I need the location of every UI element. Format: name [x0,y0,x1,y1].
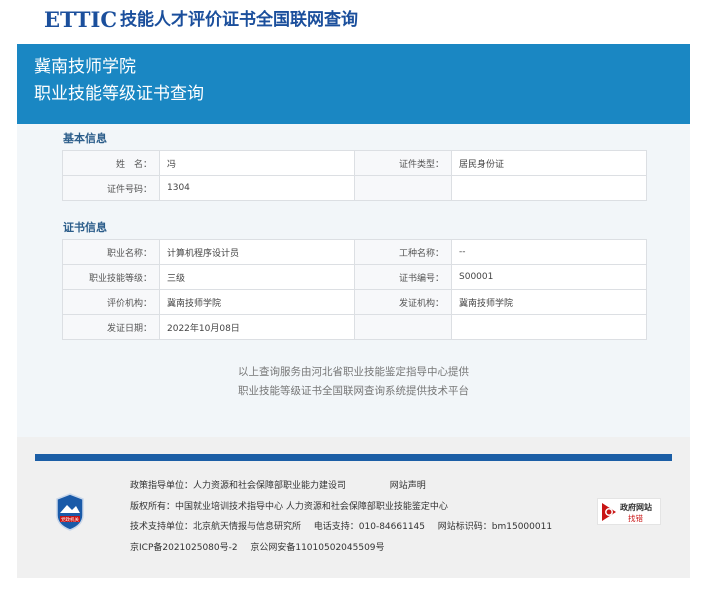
emblem-text: 党政机关 [61,516,79,523]
site-code-text: 网站标识码：bm15000011 [437,522,553,532]
evaluator-label: 评价机构： [62,289,160,315]
support-text: 技术支持单位：北京航天情报与信息研究所 [130,522,302,532]
site-title: 技能人才评价证书全国联网查询 [120,10,358,30]
magnifier-icon [602,503,616,521]
work-type-label: 工种名称： [354,239,452,265]
work-type-value: -- [451,239,647,265]
icp-link[interactable]: 京ICP备2021025080号-2 [130,543,238,553]
footer-divider [35,454,672,461]
footer-record-line: 京ICP备2021025080号-2 京公网安备11010502045509号 [130,538,552,559]
basic-info-table: 姓 名： 冯 证件类型： 居民身份证 证件号码： 1304 [62,150,647,201]
cert-no-value: S00001 [451,264,647,290]
government-emblem-icon[interactable]: 党政机关 [55,493,85,531]
issuer-label: 发证机构： [354,289,452,315]
gov-badge-title: 政府网站 [620,503,652,512]
phone-text: 电话支持：010-84661145 [313,522,426,532]
query-result-panel: 冀南技师学院 职业技能等级证书查询 基本信息 姓 名： 冯 证件类型： 居民身份… [17,44,690,437]
gov-badge-subtitle: 找错 [628,514,643,523]
basic-info-heading: 基本信息 [63,132,107,145]
id-type-label: 证件类型： [354,150,452,176]
site-footer: 党政机关 政策指导单位：人力资源和社会保障部职业能力建设司 网站声明 版权所有：… [17,437,690,578]
empty-cell [451,175,647,201]
table-row: 职业技能等级： 三级 证书编号： S00001 [62,264,647,290]
issuer-value: 冀南技师学院 [451,289,647,315]
table-row: 评价机构： 冀南技师学院 发证机构： 冀南技师学院 [62,289,647,315]
police-record-link[interactable]: 京公网安备11010502045509号 [250,543,384,553]
gov-site-error-report-badge[interactable]: 政府网站 找错 [597,498,661,525]
id-no-value: 1304 [159,175,355,201]
table-row: 证件号码： 1304 [62,175,647,201]
policy-text: 政策指导单位：人力资源和社会保障部职业能力建设司 [130,481,347,491]
logo-text: ETTIC [44,7,118,32]
service-notice-line1: 以上查询服务由河北省职业技能鉴定指导中心提供 [238,366,469,378]
service-notice-line2: 职业技能等级证书全国联网查询系统提供技术平台 [238,385,469,397]
empty-cell [354,175,452,201]
id-type-value: 居民身份证 [451,150,647,176]
empty-cell [354,314,452,340]
table-row: 姓 名： 冯 证件类型： 居民身份证 [62,150,647,176]
cert-info-heading: 证书信息 [63,221,107,234]
name-label: 姓 名： [62,150,160,176]
occupation-value: 计算机程序设计员 [159,239,355,265]
level-label: 职业技能等级： [62,264,160,290]
page-title: 职业技能等级证书查询 [34,84,204,104]
footer-support-line: 技术支持单位：北京航天情报与信息研究所 电话支持：010-84661145 网站… [130,517,552,538]
school-name: 冀南技师学院 [34,57,136,77]
copyright-text: 版权所有：中国就业培训技术指导中心 人力资源和社会保障部职业技能鉴定中心 [130,501,448,512]
table-row: 发证日期： 2022年10月08日 [62,314,647,340]
footer-info: 政策指导单位：人力资源和社会保障部职业能力建设司 网站声明 版权所有：中国就业培… [130,476,552,558]
evaluator-value: 冀南技师学院 [159,289,355,315]
table-row: 职业名称： 计算机程序设计员 工种名称： -- [62,239,647,265]
level-value: 三级 [159,264,355,290]
result-header: 冀南技师学院 职业技能等级证书查询 [17,44,690,124]
ettic-logo[interactable]: ETTIC [44,8,117,32]
footer-policy-line: 政策指导单位：人力资源和社会保障部职业能力建设司 网站声明 [130,476,552,497]
site-statement-link[interactable]: 网站声明 [390,481,426,491]
id-no-label: 证件号码： [62,175,160,201]
cert-no-label: 证书编号： [354,264,452,290]
occupation-label: 职业名称： [62,239,160,265]
name-value: 冯 [159,150,355,176]
issue-date-value: 2022年10月08日 [159,314,355,340]
cert-info-table: 职业名称： 计算机程序设计员 工种名称： -- 职业技能等级： 三级 证书编号：… [62,239,647,340]
issue-date-label: 发证日期： [62,314,160,340]
top-brand-bar: ETTIC 技能人才评价证书全国联网查询 [0,0,704,42]
empty-cell [451,314,647,340]
